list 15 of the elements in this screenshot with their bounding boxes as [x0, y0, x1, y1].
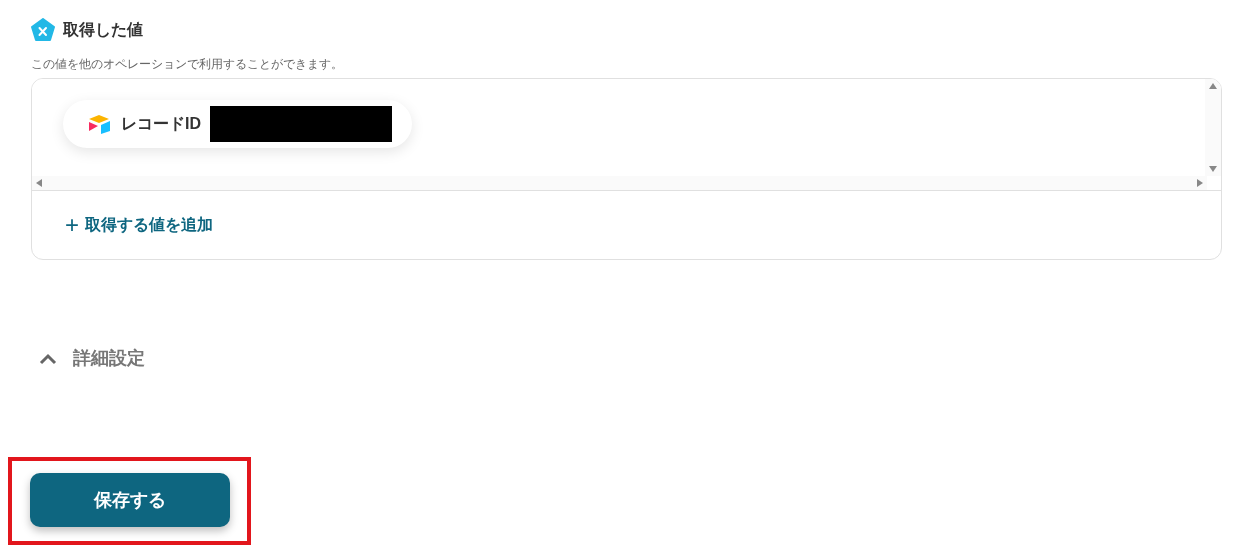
pentagon-x-icon [31, 18, 55, 42]
details-toggle[interactable]: 詳細設定 [39, 345, 145, 372]
value-chip[interactable]: レコードID [63, 100, 412, 148]
plus-icon: + [65, 213, 79, 237]
scroll-right-icon [1197, 179, 1203, 187]
add-value-button[interactable]: + 取得する値を追加 [65, 213, 213, 237]
stacked-shapes-icon [88, 114, 112, 134]
scroll-left-icon [36, 179, 42, 187]
save-button[interactable]: 保存する [30, 473, 230, 527]
scroll-down-icon [1209, 166, 1217, 172]
chevron-icon [39, 352, 57, 365]
value-label: レコードID [121, 114, 201, 134]
section-description: この値を他のオペレーションで利用することができます。 [31, 56, 344, 72]
scroll-up-icon [1209, 83, 1217, 89]
section-title: 取得した値 [63, 20, 143, 40]
